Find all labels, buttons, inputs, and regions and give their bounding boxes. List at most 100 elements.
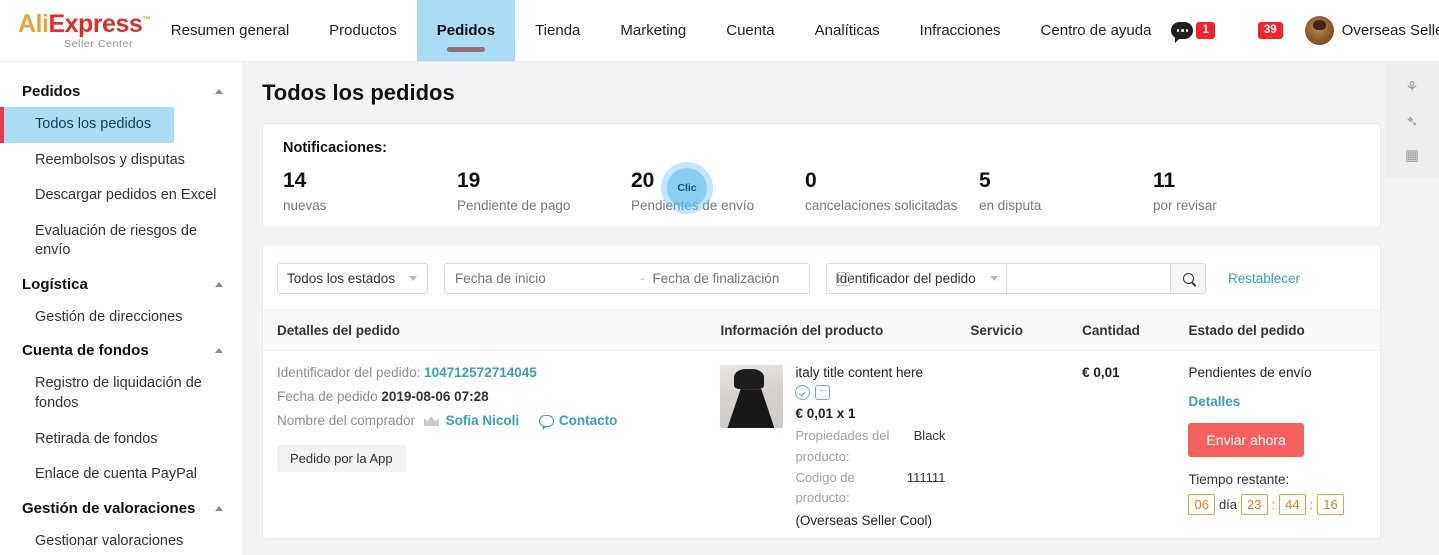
product-badges: [795, 384, 945, 401]
stat-pendientes-de-envio[interactable]: 20 Pendientes de envío Clic: [631, 162, 805, 214]
cell-product-info: italy title content here € 0,01 x 1 Prop…: [720, 351, 970, 539]
table-header-row: Detalles del pedido Información del prod…: [263, 310, 1380, 352]
messages-button[interactable]: 1: [1171, 22, 1215, 43]
logo-subtitle: Seller Center: [64, 37, 134, 50]
brand-logo[interactable]: AliExpress™ Seller Center: [0, 0, 151, 61]
chevron-up-icon[interactable]: [215, 281, 223, 287]
nav-tab-productos[interactable]: Productos: [309, 0, 417, 61]
search-button[interactable]: [1170, 263, 1206, 295]
logo-ali-text: Ali: [18, 9, 49, 38]
nav-tab-tienda[interactable]: Tienda: [515, 0, 600, 61]
sidebar-item-todos-los-pedidos[interactable]: Todos los pedidos: [0, 107, 174, 143]
product-price: € 0,01 x 1: [795, 406, 856, 422]
search-input[interactable]: [1006, 263, 1170, 295]
stat-en-disputa[interactable]: 5 en disputa: [979, 169, 1153, 213]
sidebar-item-retirada-de-fondos[interactable]: Retirada de fondos: [0, 422, 243, 458]
sidebar-group-logistica[interactable]: Logística: [0, 269, 243, 300]
chevron-up-icon[interactable]: [215, 89, 223, 94]
search-field-select[interactable]: Identificador del pedido: [826, 263, 1006, 295]
chevron-up-icon[interactable]: [215, 505, 223, 511]
bell-icon: [1237, 21, 1255, 40]
date-range-picker[interactable]: -: [444, 263, 850, 295]
chevron-up-icon[interactable]: [215, 348, 223, 354]
page-title: Todos los pedidos: [262, 80, 455, 105]
order-date-value: 2019-08-06 07:28: [381, 389, 489, 405]
calendar-icon[interactable]: [835, 271, 850, 286]
rocket-icon[interactable]: ➴: [1393, 104, 1431, 138]
stat-label: nuevas: [283, 198, 327, 214]
countdown-separator: :: [1309, 497, 1314, 513]
sidebar-group-gestion-de-valoraciones[interactable]: Gestión de valoraciones: [0, 493, 243, 524]
nav-label: Cuenta: [726, 22, 775, 39]
date-start-input[interactable]: [455, 271, 632, 287]
orders-table: Detalles del pedido Información del prod…: [263, 310, 1380, 538]
share-icon[interactable]: ⚘: [1393, 70, 1431, 104]
nav-tab-resumen-general[interactable]: Resumen general: [151, 0, 309, 61]
stat-cancelaciones-solicitadas[interactable]: 0 cancelaciones solicitadas: [805, 169, 979, 213]
sidebar-item-gestionar-valoraciones[interactable]: Gestionar valoraciones: [0, 524, 243, 555]
col-header-order-status: Estado del pedido: [1188, 310, 1380, 352]
notifications-button[interactable]: 39: [1237, 21, 1283, 40]
nav-label: Marketing: [620, 22, 687, 39]
nav-tab-centro-de-ayuda[interactable]: Centro de ayuda: [1021, 0, 1172, 61]
status-filter-select[interactable]: Todos los estados: [277, 263, 428, 295]
orders-table-panel: Todos los estados - Identificador del pe…: [262, 244, 1381, 540]
order-id-link[interactable]: 104712572714045: [424, 365, 537, 380]
nav-tab-pedidos[interactable]: Pedidos: [416, 0, 516, 61]
reset-filters-link[interactable]: Restablecer: [1228, 271, 1300, 286]
details-link[interactable]: Detalles: [1188, 394, 1372, 409]
col-header-order-details: Detalles del pedido: [263, 310, 721, 352]
sidebar-item-reembolsos-y-disputas[interactable]: Reembolsos y disputas: [0, 143, 243, 179]
stat-por-revisar[interactable]: 11 por revisar: [1153, 169, 1217, 213]
sidebar-item-gestion-de-direcciones[interactable]: Gestión de direcciones: [0, 300, 243, 336]
notifications-title: Notificaciones:: [283, 140, 387, 156]
nav-label: Pedidos: [436, 22, 496, 39]
stat-label: en disputa: [979, 198, 1042, 214]
nav-tab-infracciones[interactable]: Infracciones: [900, 0, 1021, 61]
cell-quantity: € 0,01: [1082, 351, 1188, 539]
col-header-quantity: Cantidad: [1082, 310, 1189, 352]
sidebar-group-pedidos[interactable]: Pedidos: [0, 76, 243, 107]
order-date-line: Fecha de pedido 2019-08-06 07:28: [277, 389, 712, 404]
seller-note: (Overseas Seller Cool): [795, 513, 932, 529]
sidebar-item-registro-de-liquidacion-de-fondos[interactable]: Registro de liquidación de fondos: [0, 366, 243, 421]
nav-tab-marketing[interactable]: Marketing: [600, 0, 706, 61]
cell-order-details: Identificador del pedido: 10471257271404…: [263, 351, 720, 539]
message-count-badge: 1: [1196, 22, 1215, 39]
contact-link[interactable]: Contacto: [538, 413, 617, 431]
date-end-input[interactable]: [652, 271, 830, 287]
sidebar-item-descargar-pedidos-en-excel[interactable]: Descargar pedidos en Excel: [0, 178, 243, 214]
countdown-separator: :: [1271, 497, 1276, 513]
sidebar-item-label: Enlace de cuenta PayPal: [35, 466, 198, 483]
top-navigation-bar: AliExpress™ Seller Center Resumen genera…: [0, 0, 1439, 62]
sidebar-group-label: Cuenta de fondos: [22, 342, 149, 360]
click-indicator-label: Clic: [677, 182, 697, 194]
sidebar-item-evaluacion-de-riesgos-de-envio[interactable]: Evaluación de riesgos de envío: [0, 214, 243, 269]
sidebar-item-label: Gestión de direcciones: [35, 308, 183, 325]
calendar-icon[interactable]: ▦: [1393, 138, 1431, 172]
avatar[interactable]: [1304, 16, 1334, 45]
product-thumbnail[interactable]: [720, 365, 784, 429]
stat-value: 11: [1153, 169, 1176, 192]
sidebar-group-cuenta-de-fondos[interactable]: Cuenta de fondos: [0, 335, 243, 366]
buyer-name-link[interactable]: Sofia Nicoli: [446, 413, 520, 428]
product-property-value: Black: [913, 428, 946, 444]
nav-tab-analiticas[interactable]: Analíticas: [795, 0, 900, 61]
order-date-label: Fecha de pedido: [277, 389, 378, 405]
product-title[interactable]: italy title content here: [795, 365, 945, 380]
table-row: Identificador del pedido: 10471257271404…: [263, 351, 1380, 539]
send-now-button[interactable]: Enviar ahora: [1188, 423, 1304, 458]
stat-nuevas[interactable]: 14 nuevas: [283, 169, 457, 213]
sidebar-item-enlace-de-cuenta-paypal[interactable]: Enlace de cuenta PayPal: [0, 457, 243, 493]
stat-value: 0: [805, 169, 817, 192]
search-icon: [1182, 273, 1194, 285]
nav-tab-cuenta[interactable]: Cuenta: [706, 0, 794, 61]
countdown-minutes: 44: [1279, 494, 1306, 516]
sidebar-group-label: Gestión de valoraciones: [22, 499, 196, 517]
notifications-panel: Notificaciones: 14 nuevas 19 Pendiente d…: [262, 123, 1381, 229]
countdown-days: 06: [1188, 494, 1215, 516]
stat-pendiente-de-pago[interactable]: 19 Pendiente de pago: [457, 169, 631, 213]
sidebar-item-label: Descargar pedidos en Excel: [35, 187, 217, 204]
active-tab-underline: [446, 47, 485, 52]
verified-check-icon: [795, 385, 811, 401]
